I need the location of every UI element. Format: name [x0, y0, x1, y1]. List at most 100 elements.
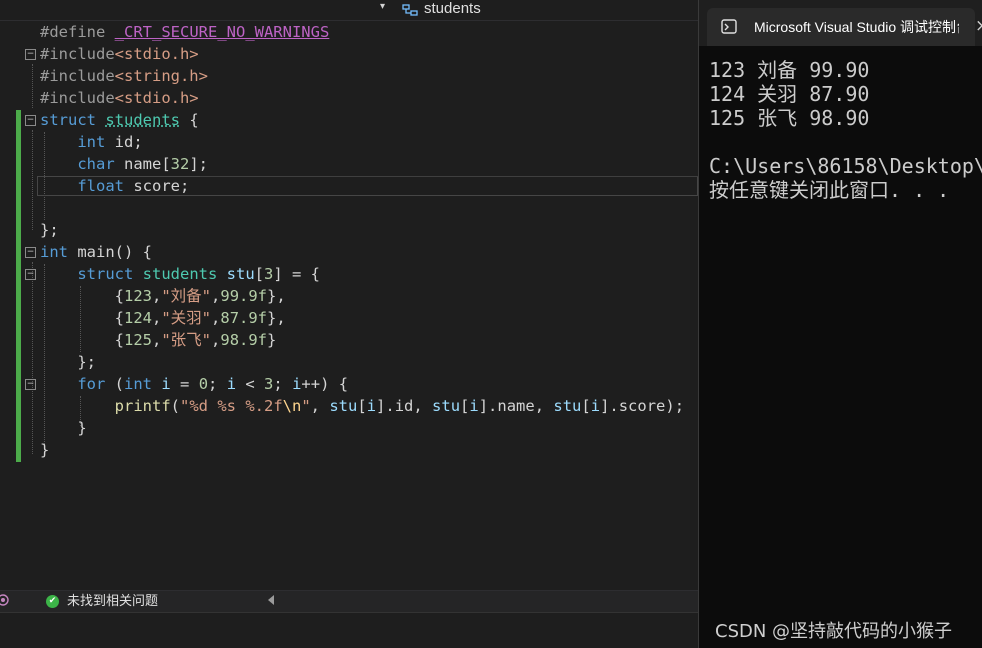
console-output-line: 125 张飞 98.90	[709, 106, 870, 130]
keyword: int	[124, 375, 152, 393]
code-text: name[	[114, 155, 171, 173]
punctuation: {	[114, 287, 124, 305]
variable: i	[590, 397, 601, 415]
change-indicator-bar	[16, 110, 21, 242]
separator-line	[200, 176, 698, 177]
console-output-line: C:\Users\86158\Desktop\	[709, 154, 982, 178]
function-name: printf	[114, 397, 171, 415]
punctuation: {	[114, 331, 124, 349]
code-line[interactable]: printf("%d %s %.2f\n", stu[i].id, stu[i]…	[40, 395, 684, 417]
code-line[interactable]: #include<string.h>	[40, 65, 208, 87]
punctuation: {	[114, 309, 124, 327]
include-file: <stdio.h>	[114, 89, 199, 107]
issues-status-text[interactable]: 未找到相关问题	[67, 593, 158, 611]
keyword: for	[77, 375, 106, 393]
chevron-down-icon[interactable]: ▾	[380, 1, 385, 12]
punctuation: =	[170, 375, 199, 393]
punctuation: ,	[211, 309, 221, 327]
punctuation: [	[254, 265, 265, 283]
struct-icon	[402, 4, 418, 16]
console-output-line: 123 刘备 99.90	[709, 58, 870, 82]
scroll-left-icon[interactable]	[268, 595, 274, 605]
string-literal: "刘备"	[161, 287, 212, 305]
collapse-icon[interactable]: −	[25, 115, 36, 126]
variable: i	[292, 375, 302, 393]
code-line[interactable]: struct students {	[40, 109, 199, 131]
indent-guide	[32, 64, 33, 108]
collapse-icon[interactable]: −	[25, 269, 36, 280]
punctuation: },	[267, 309, 286, 327]
include-file: <string.h>	[114, 67, 208, 85]
code-text: score;	[124, 177, 190, 195]
type-name: students	[105, 111, 180, 129]
punctuation: ;	[208, 375, 227, 393]
code-line[interactable]: for (int i = 0; i < 3; i++) {	[40, 373, 348, 395]
code-line[interactable]: #define _CRT_SECURE_NO_WARNINGS	[40, 21, 329, 43]
punctuation: },	[267, 287, 286, 305]
collapse-icon[interactable]: −	[25, 49, 36, 60]
punctuation: ] = {	[273, 265, 321, 283]
code-line[interactable]: char name[32];	[40, 153, 208, 175]
horizontal-scrollbar[interactable]	[280, 591, 698, 613]
editor-status-bar: ✔ 未找到相关问题	[0, 590, 698, 613]
number-literal: 0	[198, 375, 209, 393]
change-indicator-bar	[16, 242, 21, 462]
code-line[interactable]: };	[40, 351, 96, 373]
close-icon[interactable]: ×	[975, 16, 982, 36]
code-line[interactable]: }	[40, 439, 49, 461]
macro-name: _CRT_SECURE_NO_WARNINGS	[114, 23, 330, 41]
debug-console-window[interactable]: Microsoft Visual Studio 调试控制台 × 123 刘备 9…	[698, 0, 982, 648]
terminal-icon	[721, 19, 737, 34]
collapse-icon[interactable]: −	[25, 247, 36, 258]
class-member-dropdown[interactable]: students	[424, 0, 481, 18]
intellicode-icon[interactable]	[0, 594, 10, 608]
punctuation: ,	[152, 309, 162, 327]
code-text: }	[77, 419, 87, 437]
code-line[interactable]: #include<stdio.h>	[40, 43, 199, 65]
code-line[interactable]: float score;	[40, 175, 189, 197]
number-literal: 3	[264, 265, 274, 283]
string-literal: "张飞"	[161, 331, 212, 349]
escape-sequence: \n	[282, 397, 302, 415]
code-text: };	[40, 221, 59, 239]
code-text: main() {	[68, 243, 152, 261]
punctuation: ,	[152, 287, 162, 305]
number-literal: 3	[264, 375, 274, 393]
code-line[interactable]: };	[40, 219, 59, 241]
code-editor[interactable]: ▾ students − − − − − #define _CRT_SECURE…	[0, 0, 698, 648]
code-line[interactable]: }	[40, 417, 87, 439]
collapse-icon[interactable]: −	[25, 379, 36, 390]
code-line[interactable]: {124,"关羽",87.9f},	[40, 307, 286, 329]
keyword: struct	[40, 111, 96, 129]
punctuation: ].id,	[376, 397, 433, 415]
watermark: CSDN @坚持敲代码的小猴子	[715, 621, 953, 642]
number-literal: 123	[124, 287, 152, 305]
console-output-line: 124 关羽 87.90	[709, 82, 870, 106]
code-line[interactable]: {123,"刘备",99.9f},	[40, 285, 286, 307]
code-text: id;	[105, 133, 143, 151]
string-literal: "%d %s %.2f	[180, 397, 283, 415]
include-file: <stdio.h>	[114, 45, 199, 63]
code-line[interactable]: int id;	[40, 131, 143, 153]
punctuation: [	[581, 397, 591, 415]
punctuation: ].name,	[478, 397, 554, 415]
type-name: students	[142, 265, 218, 283]
code-line[interactable]: struct students stu[3] = {	[40, 263, 320, 285]
code-text: }	[40, 441, 50, 459]
punctuation: ,	[310, 397, 330, 415]
code-line[interactable]: int main() {	[40, 241, 152, 263]
code-line[interactable]: #include<stdio.h>	[40, 87, 199, 109]
check-circle-icon[interactable]: ✔	[46, 595, 59, 608]
variable: stu	[432, 397, 461, 415]
code-line[interactable]: {125,"张飞",98.9f}	[40, 329, 277, 351]
punctuation: (	[170, 397, 180, 415]
preprocessor-directive: #include	[40, 67, 115, 85]
navigation-bar: ▾ students	[0, 0, 698, 21]
